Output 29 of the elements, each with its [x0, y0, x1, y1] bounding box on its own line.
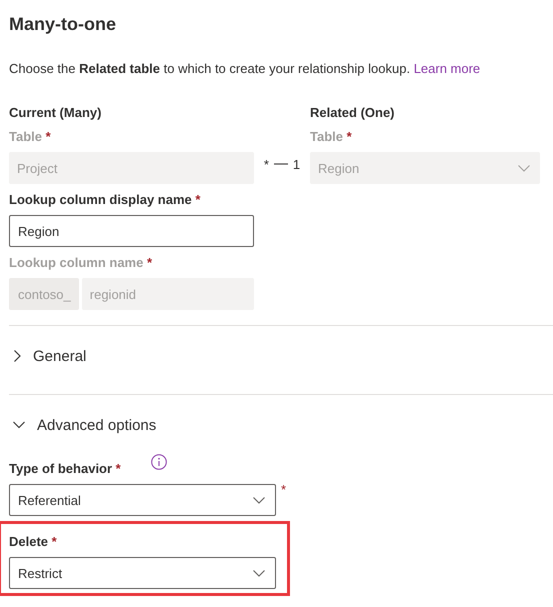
required-mark: * [281, 482, 286, 497]
chevron-down-icon [253, 570, 265, 576]
intro-text: Choose the Related table to which to create your relationship lookup. Learn more [9, 60, 482, 78]
chevron-right-icon [13, 350, 21, 362]
column-heading: Related (One) [310, 104, 396, 122]
field-label: Type of behavior * [9, 460, 121, 478]
name-field: regionid [82, 278, 254, 310]
text-field[interactable]: Region [9, 215, 254, 247]
many-mark: * [264, 156, 269, 172]
chevron-down-icon [13, 421, 25, 429]
section-toggle[interactable]: General [9, 326, 553, 386]
table-field: Project [9, 152, 254, 184]
section-toggle[interactable]: Advanced options [9, 395, 553, 455]
column-heading: Current (Many) [9, 104, 102, 122]
chevron-down-icon [253, 496, 265, 504]
chevron-down-icon [518, 164, 530, 172]
field-label: Lookup column name * [9, 254, 154, 272]
one-mark: 1 [292, 156, 300, 172]
dialog-title: Many-to-one [9, 13, 117, 36]
behavior-dropdown[interactable]: Restrict [9, 557, 276, 589]
field-label: Delete * [9, 533, 57, 551]
behavior-dropdown[interactable]: Referential [9, 484, 276, 516]
connector-line [274, 163, 288, 165]
field-label: Table * [310, 128, 353, 146]
learn-more-link[interactable]: Learn more [414, 61, 480, 76]
field-label: Lookup column display name * [9, 191, 202, 209]
field-label: Table * [9, 128, 52, 146]
info-icon[interactable] [150, 454, 167, 470]
prefix-field: contoso_ [9, 278, 79, 310]
